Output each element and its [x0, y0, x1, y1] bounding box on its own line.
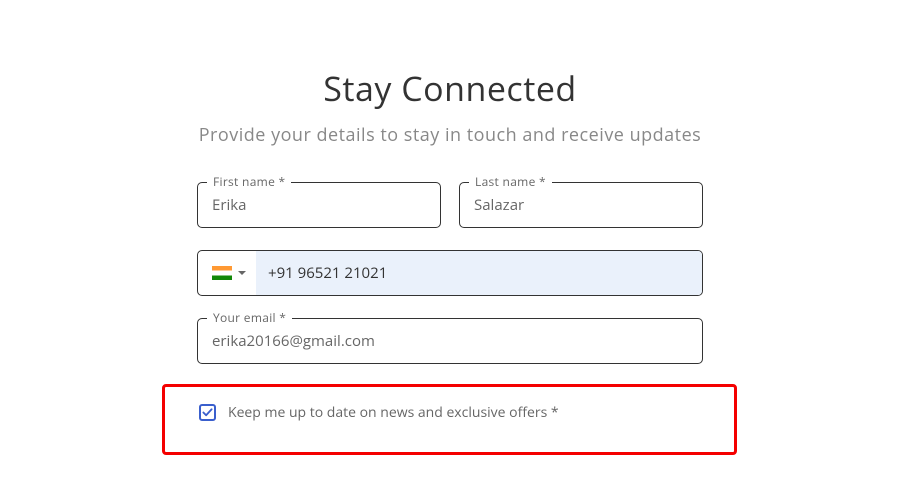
country-selector[interactable]	[198, 251, 256, 295]
phone-field-wrapper	[197, 250, 703, 296]
newsletter-label: Keep me up to date on news and exclusive…	[228, 403, 559, 422]
last-name-label: Last name *	[469, 173, 552, 190]
first-name-label: First name *	[207, 173, 291, 190]
form-title: Stay Connected	[323, 65, 576, 111]
chevron-down-icon	[238, 271, 246, 275]
email-label: Your email *	[207, 309, 292, 326]
email-field-wrapper: Your email *	[197, 318, 703, 364]
checkmark-icon	[202, 407, 213, 418]
form-subtitle: Provide your details to stay in touch an…	[199, 123, 702, 147]
flag-india-icon	[212, 266, 232, 280]
newsletter-highlight: Keep me up to date on news and exclusive…	[162, 384, 737, 455]
first-name-field-wrapper: First name *	[197, 182, 441, 228]
last-name-field-wrapper: Last name *	[459, 182, 703, 228]
newsletter-checkbox[interactable]	[199, 404, 216, 421]
phone-input[interactable]	[256, 251, 702, 295]
